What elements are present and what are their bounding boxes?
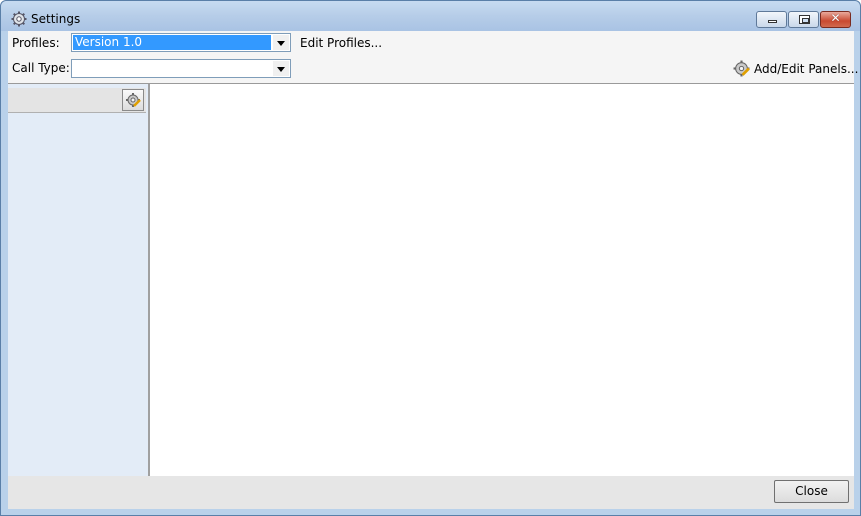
client-area: Profiles: Version 1.0 Edit Profiles... C… xyxy=(8,31,858,509)
title-bar[interactable]: Settings ✕ xyxy=(1,1,860,31)
maximize-button[interactable] xyxy=(788,11,819,28)
close-button[interactable]: Close xyxy=(774,480,849,503)
main-content-area xyxy=(150,84,854,476)
close-icon: ✕ xyxy=(830,11,841,25)
panel-settings-button[interactable] xyxy=(122,89,144,111)
profiles-selected-value: Version 1.0 xyxy=(73,35,271,50)
profiles-dropdown[interactable]: Version 1.0 xyxy=(71,33,291,52)
minimize-button[interactable] xyxy=(756,11,787,28)
settings-window: Settings ✕ Profiles: Version 1.0 Edit Pr… xyxy=(0,0,861,516)
gear-edit-icon xyxy=(733,60,750,77)
maximize-icon xyxy=(799,15,810,24)
minimize-icon xyxy=(768,20,777,23)
call-type-label: Call Type: xyxy=(12,61,70,75)
window-title: Settings xyxy=(31,12,81,26)
left-panel xyxy=(8,84,150,476)
chevron-down-icon[interactable] xyxy=(273,61,289,76)
close-window-button[interactable]: ✕ xyxy=(820,11,851,28)
call-type-row: Call Type: Add/Edit Panels... xyxy=(8,55,858,84)
profiles-row: Profiles: Version 1.0 Edit Profiles... xyxy=(8,31,854,55)
bottom-bar: Close xyxy=(8,476,854,509)
left-panel-header xyxy=(8,88,146,113)
gear-edit-icon xyxy=(126,93,141,107)
call-type-dropdown[interactable] xyxy=(71,59,291,78)
profiles-label: Profiles: xyxy=(12,36,60,50)
call-type-selected-value xyxy=(73,61,75,76)
gear-icon xyxy=(11,11,27,27)
edit-profiles-button[interactable]: Edit Profiles... xyxy=(300,36,382,50)
chevron-down-icon[interactable] xyxy=(273,35,289,50)
add-edit-panels-label: Add/Edit Panels... xyxy=(754,62,859,76)
